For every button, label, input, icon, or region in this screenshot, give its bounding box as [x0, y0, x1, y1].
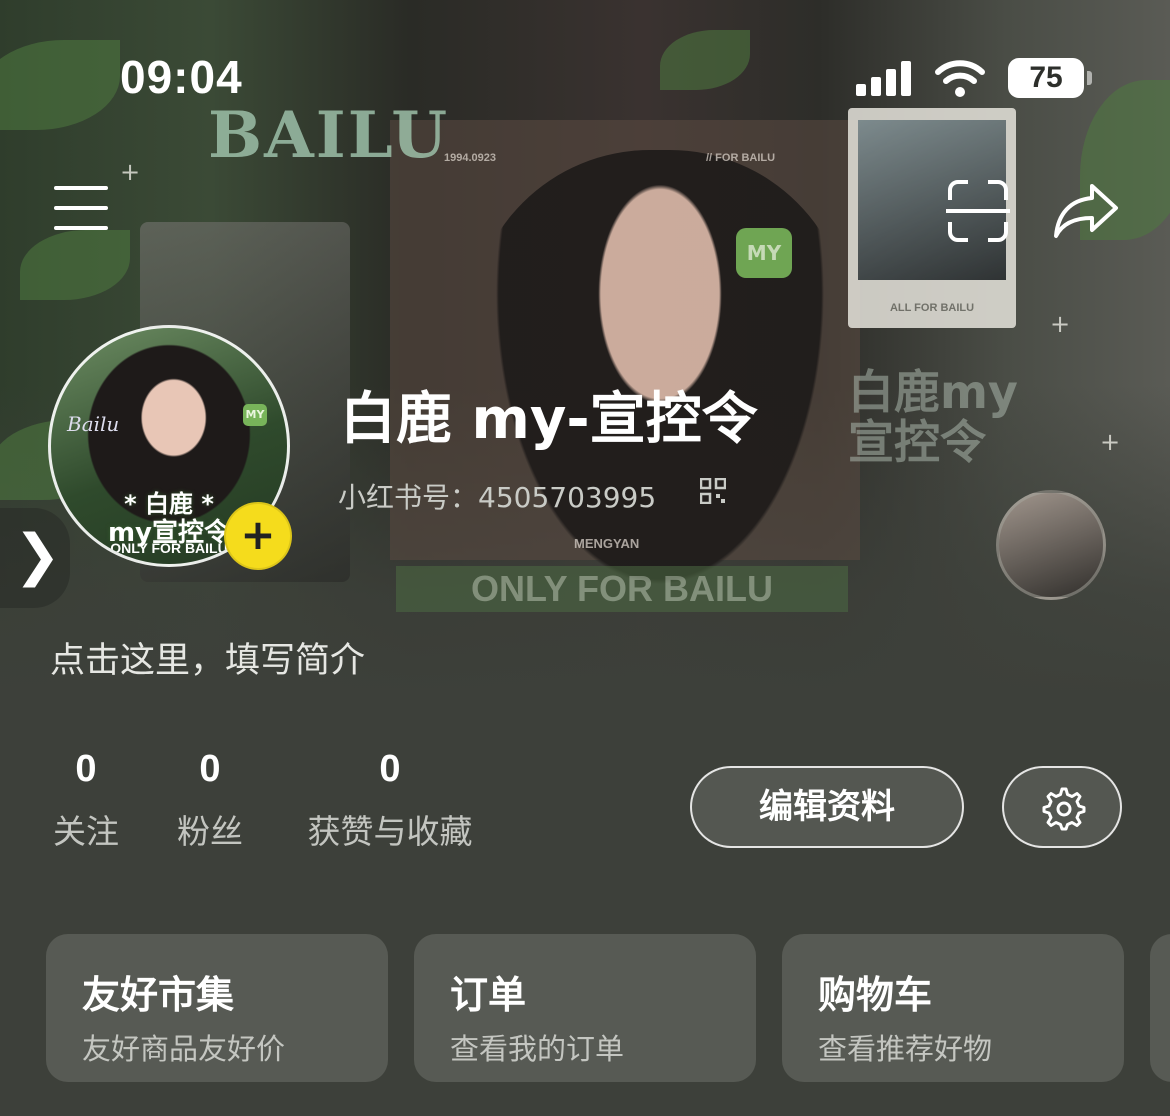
- card-title: 购物车: [818, 973, 933, 1017]
- profile-nickname: 白鹿 my-宣控令: [340, 387, 758, 452]
- art-for: // FOR BAILU: [706, 152, 776, 164]
- scan-icon[interactable]: [946, 180, 1010, 242]
- card-subtitle: 友好商品友好价: [82, 1032, 286, 1066]
- cellular-signal-icon: [856, 60, 914, 96]
- plus-icon: +: [240, 510, 276, 559]
- stat-value: 0: [199, 748, 221, 790]
- battery-indicator: 75: [1008, 58, 1084, 98]
- polaroid-caption: ALL FOR BAILU: [889, 302, 975, 314]
- status-bar: 09:04 75: [0, 0, 1170, 150]
- stat-followers[interactable]: 0 粉丝: [172, 748, 248, 853]
- sparkle-icon: +: [1050, 310, 1071, 338]
- settings-button[interactable]: [1002, 766, 1122, 848]
- art-big-line2: 宣控令: [848, 415, 986, 469]
- gear-icon: [1042, 787, 1086, 831]
- card-subtitle: 查看我的订单: [450, 1032, 625, 1066]
- art-tag: MY: [736, 228, 792, 278]
- art-banner: ONLY FOR BAILU: [396, 566, 848, 612]
- stat-value: 0: [75, 748, 97, 790]
- share-icon[interactable]: [1052, 182, 1120, 240]
- status-time: 09:04: [120, 51, 243, 103]
- qr-code-icon[interactable]: [700, 478, 726, 504]
- avatar-tag: MY: [243, 404, 267, 426]
- stat-following[interactable]: 0 关注: [48, 748, 124, 853]
- card-title: 友好市集: [82, 973, 235, 1017]
- card-friendly-market[interactable]: 友好市集 友好商品友好价: [46, 934, 388, 1082]
- leaf-decoration: [20, 230, 130, 300]
- stat-label: 关注: [53, 812, 119, 851]
- red-id[interactable]: 小红书号：4505703995: [338, 476, 656, 516]
- stat-label: 粉丝: [177, 812, 243, 851]
- battery-tip: [1087, 71, 1092, 85]
- sparkle-icon: +: [1100, 428, 1121, 456]
- wifi-icon: [935, 60, 985, 97]
- card-subtitle: 查看推荐好物: [818, 1032, 993, 1066]
- card-orders[interactable]: 订单 查看我的订单: [414, 934, 756, 1082]
- add-avatar-button[interactable]: +: [224, 502, 292, 570]
- mini-portrait-decoration: [996, 490, 1106, 600]
- bio-placeholder[interactable]: 点击这里，填写简介: [50, 632, 365, 683]
- stat-likes-collections[interactable]: 0 获赞与收藏: [296, 748, 484, 853]
- art-mengyan: MENGYAN: [574, 536, 640, 551]
- menu-icon[interactable]: [52, 184, 112, 232]
- card-shopping-cart[interactable]: 购物车 查看推荐好物: [782, 934, 1124, 1082]
- card-next-peek[interactable]: [1150, 934, 1170, 1082]
- sparkle-icon: +: [120, 158, 141, 186]
- art-date: 1994.0923: [444, 152, 496, 164]
- card-title: 订单: [450, 973, 527, 1017]
- stat-label: 获赞与收藏: [307, 812, 473, 851]
- avatar-script-text: Bailu: [67, 412, 120, 436]
- stat-value: 0: [379, 748, 401, 790]
- edit-profile-button[interactable]: 编辑资料: [690, 766, 964, 848]
